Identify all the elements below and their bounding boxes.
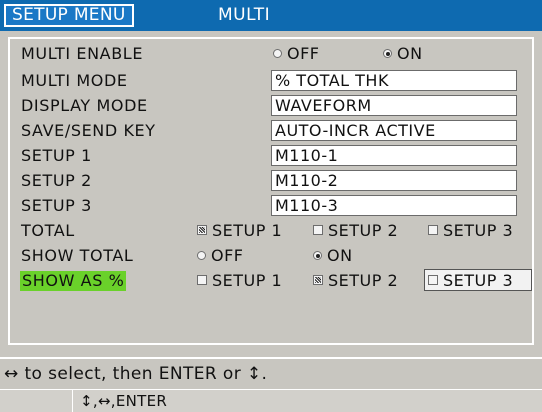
screen-title: MULTI	[218, 5, 271, 25]
row-show-total: SHOW TOTAL OFF ON	[10, 244, 534, 268]
settings-panel: MULTI ENABLE OFF ON MULTI MODE % TOTAL T…	[8, 37, 534, 345]
total-setup-2-option[interactable]: SETUP 2	[313, 221, 398, 241]
radio-on-icon[interactable]	[383, 49, 392, 58]
show-as-setup-1-option[interactable]: SETUP 1	[197, 271, 282, 291]
show-as-setup-3-option[interactable]: SETUP 3	[428, 271, 513, 291]
total-label: TOTAL	[21, 221, 75, 240]
save-send-key-label: SAVE/SEND KEY	[21, 121, 156, 140]
checkbox-checked-icon[interactable]	[313, 275, 323, 285]
multi-setup-screen: SETUP MENU MULTI MULTI ENABLE OFF ON MUL…	[0, 0, 542, 412]
key-legend-bar: ↕,↔,ENTER	[0, 389, 542, 412]
total-setup-1-option[interactable]: SETUP 1	[197, 221, 282, 241]
multi-enable-label: MULTI ENABLE	[21, 44, 144, 63]
multi-mode-label: MULTI MODE	[21, 71, 128, 90]
radio-off-icon[interactable]	[197, 251, 206, 260]
key-legend-text: ↕,↔,ENTER	[80, 392, 168, 410]
show-total-on-option[interactable]: ON	[313, 246, 353, 266]
radio-off-icon[interactable]	[273, 49, 282, 58]
row-total: TOTAL SETUP 1 SETUP 2 SETUP 3	[10, 219, 534, 243]
checkbox-icon[interactable]	[197, 275, 207, 285]
multi-mode-field[interactable]: % TOTAL THK	[271, 70, 517, 91]
setup-1-label: SETUP 1	[21, 146, 92, 165]
row-save-send-key: SAVE/SEND KEY AUTO-INCR ACTIVE	[10, 119, 534, 143]
multi-enable-off-option[interactable]: OFF	[273, 44, 320, 64]
show-total-off-option[interactable]: OFF	[197, 246, 244, 266]
row-setup-2: SETUP 2 M110-2	[10, 169, 534, 193]
total-setup-3-option[interactable]: SETUP 3	[428, 221, 513, 241]
help-hint-text: ↔ to select, then ENTER or ↕.	[4, 364, 268, 384]
setup-1-field[interactable]: M110-1	[271, 145, 517, 166]
radio-on-icon[interactable]	[313, 251, 322, 260]
setup-menu-tab[interactable]: SETUP MENU	[4, 4, 134, 27]
multi-enable-on-option[interactable]: ON	[383, 44, 423, 64]
show-as-percent-label: SHOW AS %	[20, 271, 127, 291]
show-as-setup-2-option[interactable]: SETUP 2	[313, 271, 398, 291]
setup-2-label: SETUP 2	[21, 171, 92, 190]
display-mode-field[interactable]: WAVEFORM	[271, 95, 517, 116]
row-setup-3: SETUP 3 M110-3	[10, 194, 534, 218]
checkbox-icon[interactable]	[428, 225, 438, 235]
show-total-label: SHOW TOTAL	[21, 246, 134, 265]
setup-3-label: SETUP 3	[21, 196, 92, 215]
row-show-as-percent: SHOW AS % SETUP 1 SETUP 2 SETUP 3	[10, 269, 534, 293]
setup-3-field[interactable]: M110-3	[271, 195, 517, 216]
checkbox-icon[interactable]	[428, 275, 438, 285]
row-multi-mode: MULTI MODE % TOTAL THK	[10, 69, 534, 93]
checkbox-icon[interactable]	[313, 225, 323, 235]
checkbox-checked-icon[interactable]	[197, 225, 207, 235]
title-bar: SETUP MENU MULTI	[0, 0, 542, 31]
row-multi-enable: MULTI ENABLE OFF ON	[10, 42, 534, 66]
row-setup-1: SETUP 1 M110-1	[10, 144, 534, 168]
display-mode-label: DISPLAY MODE	[21, 96, 148, 115]
row-display-mode: DISPLAY MODE WAVEFORM	[10, 94, 534, 118]
help-hint-bar: ↔ to select, then ENTER or ↕.	[0, 357, 542, 389]
save-send-key-field[interactable]: AUTO-INCR ACTIVE	[271, 120, 517, 141]
key-legend-blank-cell	[0, 390, 73, 412]
setup-2-field[interactable]: M110-2	[271, 170, 517, 191]
